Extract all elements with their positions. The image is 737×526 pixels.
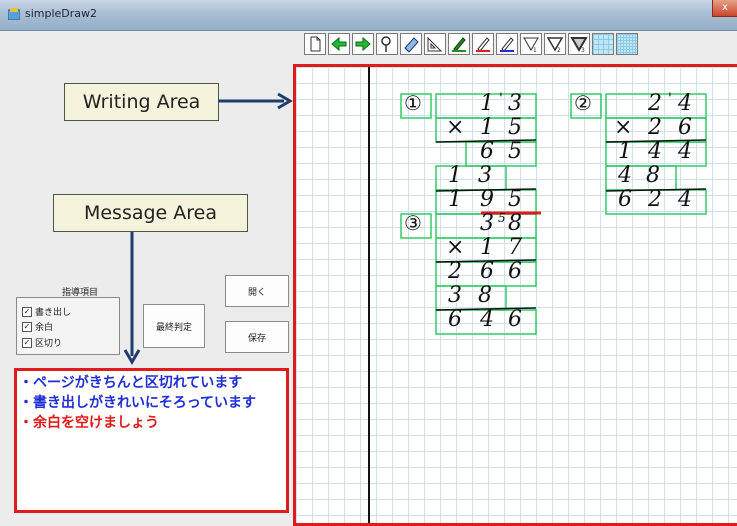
p1-row4-tens: 3 (478, 163, 492, 188)
arrow-to-writing-area (218, 92, 293, 110)
checkbox-separator[interactable]: ✓ 区切り (22, 336, 62, 349)
window-titlebar: simpleDraw2 x (0, 0, 737, 31)
p1-row3-ones: 5 (508, 139, 522, 164)
p3-row5-hundreds: 6 (448, 307, 462, 332)
p1-row2-ones: 5 (508, 115, 522, 140)
save-button[interactable]: 保存 (225, 321, 289, 353)
checkbox-margin[interactable]: ✓ 余白 (22, 320, 53, 333)
eraser-icon[interactable] (400, 33, 422, 55)
p3-carry-mark: 5 (498, 211, 506, 225)
p2-row5-tens: 2 (648, 187, 662, 212)
p1-carry-mark: ' (499, 91, 503, 107)
p2-row4-tens: 8 (646, 163, 660, 188)
message-line-1: ・ページがきちんと区切れています (19, 375, 243, 391)
final-judgment-button[interactable]: 最終判定 (143, 304, 205, 348)
pen-blue-icon[interactable] (496, 33, 518, 55)
p1-row2-tens: 1 (480, 115, 494, 140)
p2-row1-tens: 2 (648, 91, 662, 116)
p1-row5-hundreds: 1 (448, 187, 462, 212)
pen-red-icon[interactable] (472, 33, 494, 55)
message-line-3: ・余白を空けましょう (19, 415, 159, 431)
p1-row4-hundreds: 1 (448, 163, 462, 188)
p3-row2-tens: 1 (480, 235, 494, 260)
p3-times: × (446, 235, 465, 260)
p3-row5-tens: 4 (480, 307, 494, 332)
p2-row3-tens: 4 (648, 139, 662, 164)
p1-row1-tens: 1 (480, 91, 494, 116)
p2-row2-ones: 6 (678, 115, 692, 140)
p1-row5-tens: 9 (480, 187, 494, 212)
line-width-3-icon[interactable]: 3 (568, 33, 590, 55)
p1-row3-tens: 6 (480, 139, 494, 164)
problem-1-number: ① (404, 91, 422, 115)
check-mark-icon: ✓ (22, 306, 32, 317)
p3-row1-tens: 3 (480, 211, 494, 236)
problem-3-number: ③ (404, 211, 422, 235)
p3-row4-hundreds: 3 (448, 283, 462, 308)
message-area: ・ページがきちんと区切れています ・書き出しがきれいにそろっています ・余白を空… (14, 368, 289, 513)
check-mark-icon: ✓ (22, 337, 32, 348)
p2-row5-hundreds: 6 (618, 187, 632, 212)
open-button[interactable]: 開く (225, 275, 289, 307)
arrow-right-icon[interactable] (352, 33, 374, 55)
writing-area-label: Writing Area (64, 83, 219, 121)
p2-row2-tens: 2 (648, 115, 662, 140)
grid-small-icon[interactable] (616, 33, 638, 55)
message-area-label: Message Area (53, 194, 248, 232)
magnifier-icon[interactable] (376, 33, 398, 55)
ruler-triangle-icon[interactable] (424, 33, 446, 55)
problem-2-number: ② (574, 91, 592, 115)
line-width-1-icon[interactable]: 1 (520, 33, 542, 55)
p3-row3-tens: 6 (480, 259, 494, 284)
close-button[interactable]: x (712, 0, 737, 17)
toolbar: 1 2 3 (304, 33, 638, 57)
p2-row3-ones: 4 (678, 139, 692, 164)
line-width-2-icon[interactable]: 2 (544, 33, 566, 55)
p2-row4-hundreds: 4 (618, 163, 632, 188)
svg-text:3: 3 (581, 47, 585, 53)
p2-row1-ones: 4 (678, 91, 692, 116)
p3-row2-ones: 7 (508, 235, 522, 260)
p3-row5-ones: 6 (508, 307, 522, 332)
p2-times: × (614, 115, 633, 140)
svg-text:2: 2 (557, 47, 561, 53)
new-page-icon[interactable] (304, 33, 326, 55)
svg-text:1: 1 (533, 47, 537, 53)
arrow-to-message-area (123, 232, 141, 365)
arrow-left-icon[interactable] (328, 33, 350, 55)
p2-row3-hundreds: 1 (618, 139, 632, 164)
p3-row4-tens: 8 (478, 283, 492, 308)
p1-times: × (446, 115, 465, 140)
writing-canvas[interactable]: ① 1 ' 3 × 1 5 6 5 1 3 1 9 5 ② 2 ' 4 × 2 … (293, 64, 737, 526)
p1-row5-ones: 5 (508, 187, 522, 212)
message-line-2: ・書き出しがきれいにそろっています (19, 395, 257, 411)
check-mark-icon: ✓ (22, 321, 32, 332)
grid-large-icon[interactable] (592, 33, 614, 55)
app-icon (8, 8, 20, 20)
checkbox-writing-start[interactable]: ✓ 書き出し (22, 305, 71, 318)
p3-row1-ones: 8 (508, 211, 522, 236)
window-title: simpleDraw2 (25, 7, 98, 20)
p3-row3-hundreds: 2 (448, 259, 462, 284)
pen-green-icon[interactable] (448, 33, 470, 55)
p3-row3-ones: 6 (508, 259, 522, 284)
p2-row5-ones: 4 (678, 187, 692, 212)
p1-row1-ones: 3 (508, 91, 522, 116)
p2-carry-mark: ' (668, 91, 672, 107)
